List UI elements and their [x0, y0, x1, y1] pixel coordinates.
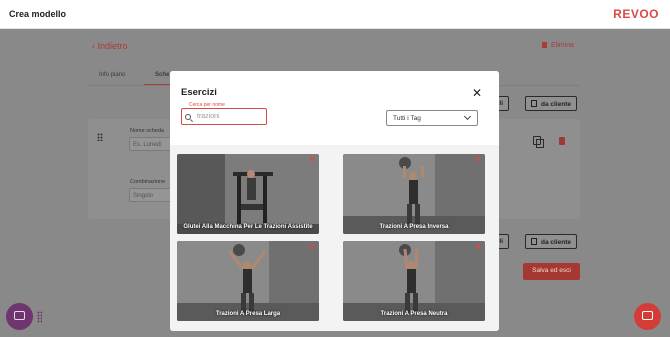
exercises-modal: Esercizi ✕ Cerca per nome trazioni Tutti… — [170, 71, 499, 331]
drag-dots-icon[interactable] — [37, 311, 42, 323]
brand-badge: R — [309, 157, 315, 164]
chevron-down-icon — [463, 112, 472, 121]
tab-schede[interactable]: Sche — [155, 72, 169, 78]
from-client-label: da cliente — [541, 101, 571, 108]
copy-icon — [531, 100, 537, 107]
trash-icon[interactable] — [559, 137, 565, 145]
back-link[interactable]: ‹ Indietro — [92, 41, 128, 51]
combo-select[interactable]: Singolo — [129, 188, 174, 202]
exercise-thumbnail — [343, 241, 485, 321]
brand-logo[interactable]: REVOO — [613, 7, 659, 21]
page-title: Crea modello — [9, 9, 67, 19]
delete-button[interactable]: Elimina — [542, 42, 574, 49]
exercise-name: Trazioni A Presa Neutra — [380, 311, 448, 317]
tab-info-piano[interactable]: Info piano — [99, 72, 125, 78]
brand-badge: R — [475, 244, 481, 251]
exercise-thumbnail — [177, 241, 319, 321]
support-chat-button[interactable] — [6, 303, 33, 330]
combo-field-label: Combinazione — [130, 179, 166, 185]
duplicate-icon[interactable] — [533, 136, 544, 148]
exercise-name: Trazioni A Presa Larga — [215, 311, 281, 317]
modal-header: Esercizi ✕ Cerca per nome trazioni Tutti… — [170, 71, 499, 145]
back-label: Indietro — [97, 41, 128, 51]
brand-badge: R — [309, 244, 315, 251]
chat-icon — [642, 311, 653, 320]
tag-filter-value: Tutti i Tag — [393, 115, 421, 122]
modal-title: Esercizi — [181, 87, 217, 98]
search-icon — [185, 114, 191, 120]
exercise-thumbnail — [177, 154, 319, 234]
exercise-name: Trazioni A Presa Inversa — [379, 224, 449, 230]
name-field[interactable]: Es. Lunedì — [129, 137, 174, 151]
top-bar: Crea modello REVOO — [0, 0, 670, 29]
save-exit-button[interactable]: Salva ed esci — [523, 263, 580, 280]
exercise-card[interactable]: R Trazioni A Presa Larga — [177, 241, 319, 321]
close-icon[interactable]: ✕ — [472, 87, 482, 99]
copy-icon — [531, 238, 537, 245]
from-client-label: da cliente — [541, 239, 571, 246]
delete-label: Elimina — [551, 42, 574, 49]
name-field-label: Nome scheda — [130, 128, 164, 134]
search-label: Cerca per nome — [187, 102, 227, 108]
exercise-thumbnail — [343, 154, 485, 234]
trash-icon — [542, 42, 547, 48]
exercise-grid: R Glutei Alla Macchina Per Le Trazioni A… — [170, 145, 499, 331]
exercise-card[interactable]: R Trazioni A Presa Inversa — [343, 154, 485, 234]
tag-filter-select[interactable]: Tutti i Tag — [386, 110, 478, 126]
chat-button[interactable] — [634, 303, 661, 330]
chat-icon — [14, 311, 25, 320]
exercise-card[interactable]: R Glutei Alla Macchina Per Le Trazioni A… — [177, 154, 319, 234]
from-client-button-top[interactable]: da cliente — [525, 96, 577, 111]
brand-badge: R — [475, 157, 481, 164]
exercise-card[interactable]: R Trazioni A Presa Neutra — [343, 241, 485, 321]
drag-handle-icon[interactable] — [97, 133, 103, 141]
search-input[interactable] — [181, 108, 267, 125]
search-value[interactable]: trazioni — [197, 113, 220, 120]
exercise-name: Glutei Alla Macchina Per Le Trazioni Ass… — [183, 224, 313, 230]
from-client-button-bottom[interactable]: da cliente — [525, 234, 577, 249]
